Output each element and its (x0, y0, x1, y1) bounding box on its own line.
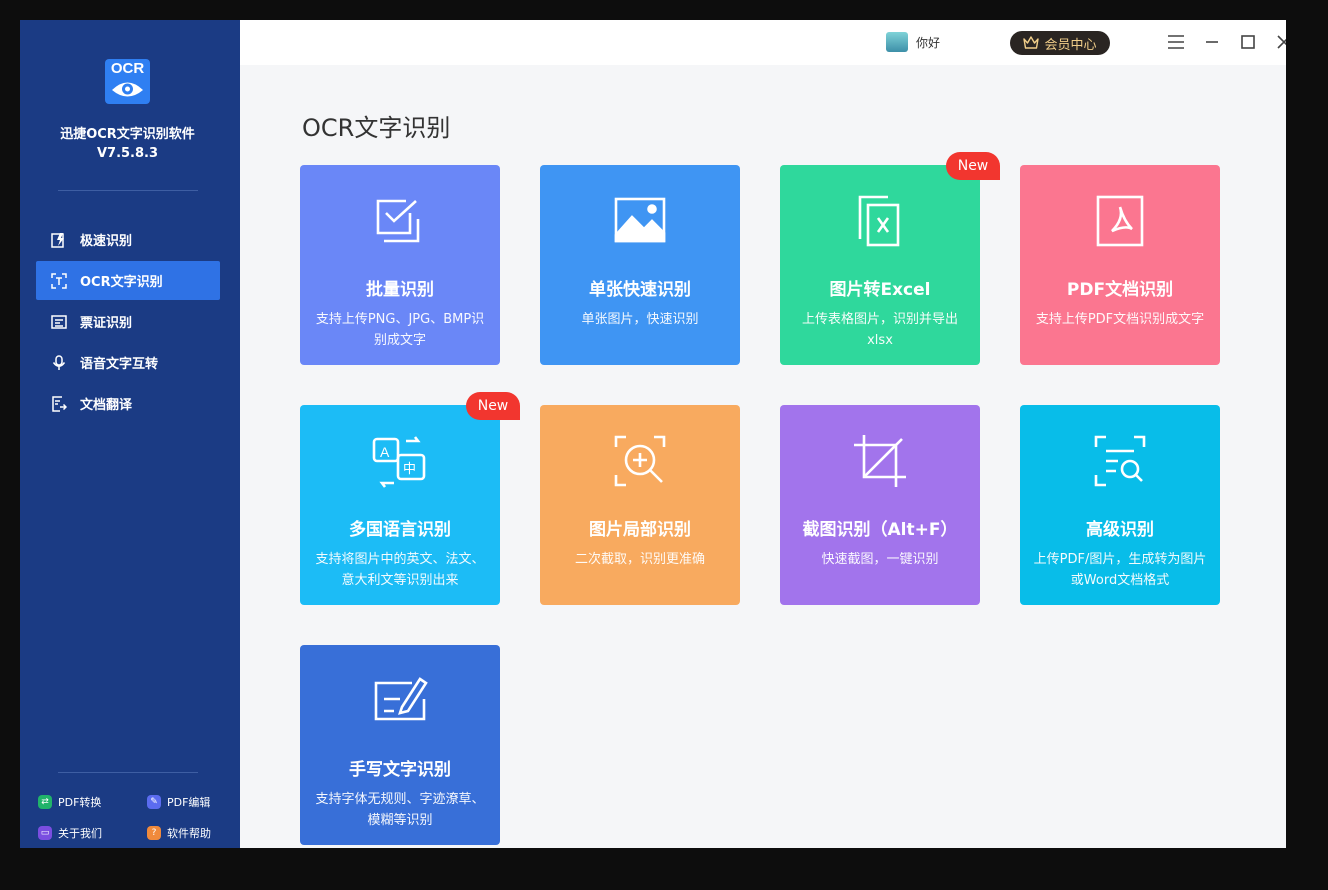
card-title: 手写文字识别 (349, 760, 451, 780)
footer-label: 软件帮助 (167, 827, 211, 840)
card-desc: 上传表格图片，识别并导出xlsx (801, 312, 958, 348)
footer-pdf-edit[interactable]: ✎ PDF编辑 (147, 794, 210, 810)
card-desc: 支持上传PDF文档识别成文字 (1035, 312, 1205, 327)
username: 你好 (916, 35, 941, 50)
footer-label: 关于我们 (58, 827, 102, 840)
card-pdf-recognition[interactable]: PDF文档识别 支持上传PDF文档识别成文字 (1020, 165, 1220, 365)
close-icon (1277, 35, 1286, 49)
zoom-scan-icon (614, 435, 666, 487)
card-partial-recognition[interactable]: 图片局部识别 二次截取，识别更准确 (540, 405, 740, 605)
translate-icon: A中 (372, 436, 426, 488)
sidebar-item-label: 文档翻译 (80, 398, 133, 413)
svg-text:A: A (380, 444, 390, 460)
footer-label: PDF转换 (58, 796, 102, 809)
text-scan-icon (50, 272, 68, 290)
maximize-button[interactable] (1238, 32, 1258, 52)
sidebar-item-voice[interactable]: 语音文字互转 (36, 343, 220, 382)
footer-about[interactable]: ▭ 关于我们 (38, 825, 102, 841)
lightning-doc-icon (50, 231, 68, 249)
card-icon (50, 313, 68, 331)
card-desc: 二次截取，识别更准确 (574, 552, 705, 567)
minimize-icon (1206, 41, 1218, 43)
card-desc: 支持字体无规则、字迹潦草、模糊等识别 (315, 792, 485, 828)
help-icon: ? (147, 826, 161, 840)
card-image-to-excel[interactable]: 图片转Excel 上传表格图片，识别并导出xlsx New (780, 152, 1000, 365)
card-desc: 快速截图，一键识别 (821, 552, 939, 567)
doc-translate-icon (50, 395, 68, 413)
new-badge: New (946, 152, 1000, 180)
pdf-icon (1096, 195, 1144, 247)
excel-icon (858, 195, 900, 247)
about-icon: ▭ (38, 826, 52, 840)
sidebar-item-ticket[interactable]: 票证识别 (36, 302, 220, 341)
batch-check-icon (376, 199, 420, 243)
footer-label: PDF编辑 (167, 796, 211, 809)
eye-icon (112, 82, 143, 97)
user-info[interactable]: 你好 (886, 32, 940, 52)
card-title: PDF文档识别 (1066, 280, 1174, 300)
card-multi-language[interactable]: A中 多国语言识别 支持将图片中的英文、法文、意大利文等识别出来 New (300, 392, 520, 605)
app-name-block: 迅捷OCR文字识别软件 V7.5.8.3 (20, 125, 235, 163)
page-title: OCR文字识别 (302, 114, 451, 142)
app-name: 迅捷OCR文字识别软件 (60, 127, 195, 142)
svg-text:中: 中 (403, 462, 416, 477)
card-desc: 单张图片，快速识别 (581, 312, 699, 327)
sidebar-item-ocr[interactable]: OCR文字识别 (36, 261, 220, 300)
card-title: 批量识别 (366, 280, 434, 300)
crop-icon (854, 435, 906, 487)
handwrite-icon (374, 677, 428, 721)
image-icon (614, 197, 666, 243)
sidebar-item-fast-recognition[interactable]: 极速识别 (36, 220, 220, 259)
app-version: V7.5.8.3 (96, 146, 159, 161)
sidebar-item-label: 语音文字互转 (80, 357, 159, 372)
vip-center-button[interactable]: 会员中心 (1010, 31, 1110, 55)
card-title: 截图识别（Alt+F） (802, 520, 958, 540)
title-bar: 你好 会员中心 (240, 20, 1286, 65)
sidebar-item-label: 票证识别 (80, 316, 133, 331)
card-batch-recognition[interactable]: 批量识别 支持上传PNG、JPG、BMP识别成文字 (300, 165, 500, 365)
card-single-recognition[interactable]: 单张快速识别 单张图片，快速识别 (540, 165, 740, 365)
sidebar-item-translate[interactable]: 文档翻译 (36, 384, 220, 423)
menu-icon (1168, 35, 1184, 49)
sidebar: OCR 迅捷OCR文字识别软件 V7.5.8.3 极速识别 OCR文字识别 票证… (20, 20, 240, 848)
sidebar-item-label: 极速识别 (80, 234, 133, 249)
maximize-icon (1241, 35, 1255, 49)
menu-button[interactable] (1166, 32, 1186, 52)
card-title: 多国语言识别 (349, 520, 451, 540)
card-title: 图片局部识别 (589, 520, 691, 540)
doc-search-icon (1094, 435, 1146, 487)
avatar (886, 32, 908, 52)
crown-icon (1023, 36, 1040, 49)
minimize-button[interactable] (1202, 32, 1222, 52)
pdf-edit-icon: ✎ (147, 795, 161, 809)
close-button[interactable] (1274, 32, 1286, 52)
card-title: 图片转Excel (829, 280, 931, 300)
footer-pdf-convert[interactable]: ⇄ PDF转换 (38, 794, 101, 810)
microphone-icon (50, 354, 68, 372)
app-logo: OCR (105, 59, 150, 104)
sidebar-footer-divider (58, 772, 198, 773)
card-title: 高级识别 (1086, 520, 1154, 540)
card-screenshot-recognition[interactable]: 截图识别（Alt+F） 快速截图，一键识别 (780, 405, 980, 605)
new-badge: New (466, 392, 520, 420)
sidebar-item-label: OCR文字识别 (80, 275, 163, 290)
app-window: OCR 迅捷OCR文字识别软件 V7.5.8.3 极速识别 OCR文字识别 票证… (20, 20, 1286, 848)
footer-help[interactable]: ? 软件帮助 (147, 825, 211, 841)
card-desc: 支持将图片中的英文、法文、意大利文等识别出来 (315, 552, 485, 588)
pdf-convert-icon: ⇄ (38, 795, 52, 809)
card-desc: 上传PDF/图片，生成转为图片或Word文档格式 (1033, 552, 1207, 588)
card-handwriting-recognition[interactable]: 手写文字识别 支持字体无规则、字迹潦草、模糊等识别 (300, 645, 500, 845)
card-title: 单张快速识别 (589, 280, 691, 300)
sidebar-divider (58, 190, 198, 191)
vip-label: 会员中心 (1044, 37, 1097, 53)
card-advanced-recognition[interactable]: 高级识别 上传PDF/图片，生成转为图片或Word文档格式 (1020, 405, 1220, 605)
card-desc: 支持上传PNG、JPG、BMP识别成文字 (315, 312, 485, 348)
